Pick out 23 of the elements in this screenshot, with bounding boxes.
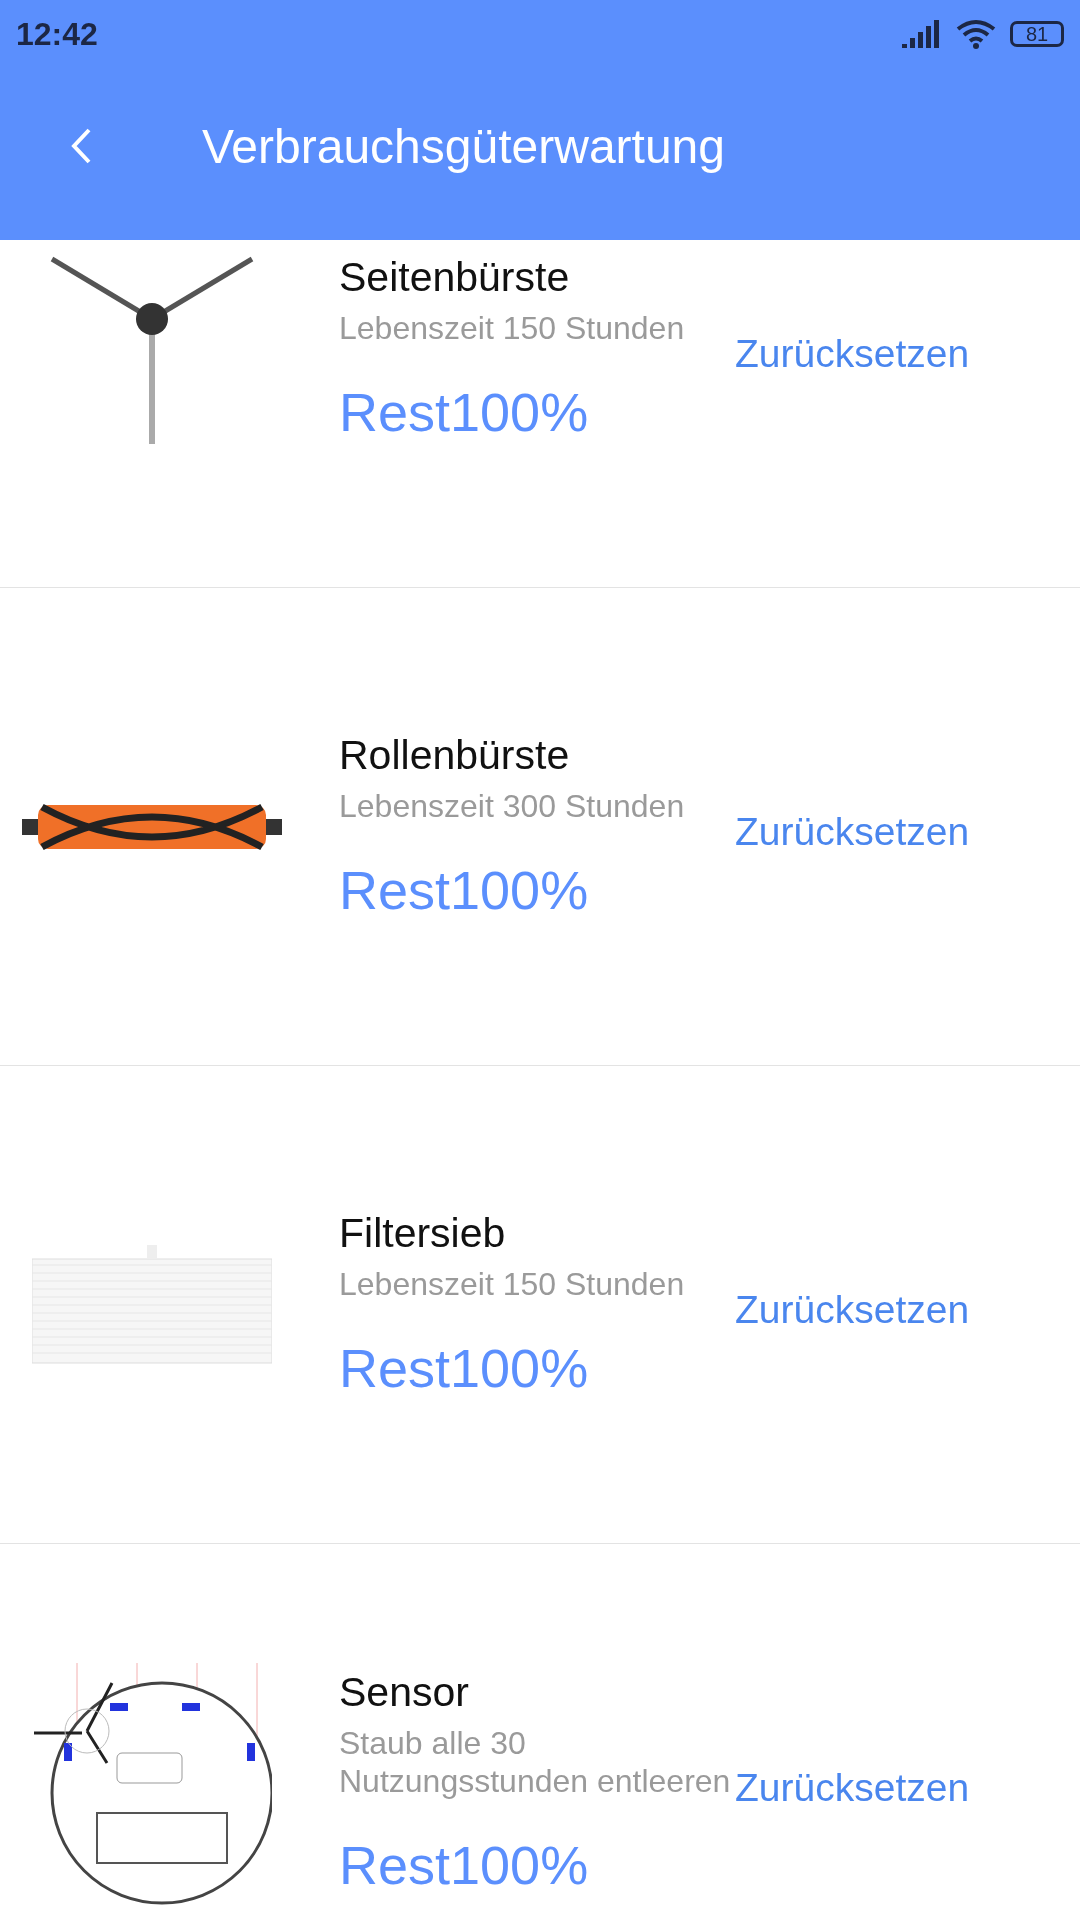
remaining-percentage: Rest100% <box>339 859 590 922</box>
remaining-percentage: Rest100% <box>339 1834 590 1897</box>
page-title: Verbrauchsgüterwartung <box>202 118 725 174</box>
chevron-left-icon <box>70 127 92 165</box>
item-description: Lebenszeit 150 Stunden <box>339 308 686 348</box>
item-name: Filtersieb <box>339 1209 507 1257</box>
item-description: Lebenszeit 150 Stunden <box>339 1264 686 1304</box>
reset-button[interactable]: Zurücksetzen <box>735 809 970 854</box>
status-time: 12:42 <box>16 15 99 53</box>
item-name: Sensor <box>339 1668 470 1716</box>
reset-button[interactable]: Zurücksetzen <box>735 1287 970 1332</box>
reset-button[interactable]: Zurücksetzen <box>735 331 970 376</box>
item-name: Seitenbürste <box>339 253 571 301</box>
back-button[interactable] <box>70 127 92 165</box>
battery-icon: 81 <box>1010 21 1064 47</box>
item-description: Staub alle 30 Nutzungsstunden entleeren <box>339 1723 732 1801</box>
reset-button[interactable]: Zurücksetzen <box>735 1765 970 1810</box>
remaining-percentage: Rest100% <box>339 381 590 444</box>
item-description: Lebenszeit 300 Stunden <box>339 786 686 826</box>
signal-icon <box>902 20 942 48</box>
item-name: Rollenbürste <box>339 731 571 779</box>
remaining-percentage: Rest100% <box>339 1337 590 1400</box>
wifi-icon <box>956 19 996 49</box>
